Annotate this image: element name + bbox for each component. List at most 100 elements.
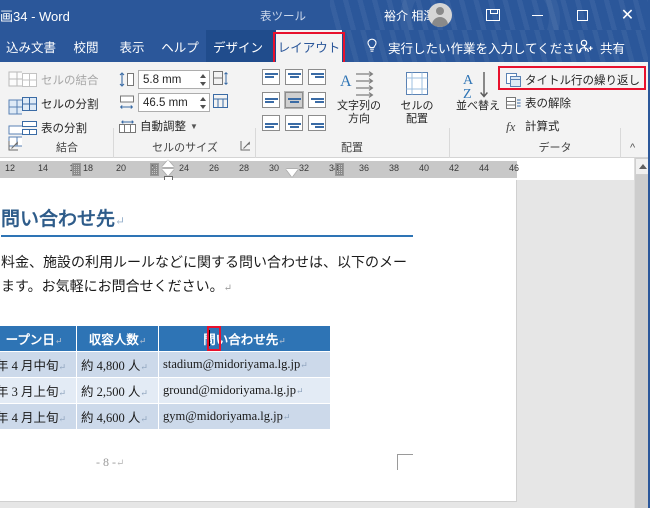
avatar[interactable] <box>428 3 452 27</box>
text-direction-button[interactable]: A 文字列の 方向 <box>330 70 388 125</box>
split-cells-button[interactable]: セルの分割 <box>22 96 99 112</box>
header-text: 問い合わせ先 <box>203 333 279 347</box>
cell-text: 約 4,600 人 <box>81 411 141 425</box>
tab-design[interactable]: デザイン <box>210 30 266 62</box>
cell-margins-label-1: セルの <box>400 100 434 112</box>
table-row[interactable]: 年 4 月上旬↵ 約 4,600 人↵ gym@midoriyama.lg.jp… <box>0 403 331 430</box>
tab-layout[interactable]: レイアウト <box>276 30 342 62</box>
table-header-cell-capacity[interactable]: 収容人数↵ <box>76 325 159 352</box>
align-bottom-left-button[interactable] <box>262 115 280 131</box>
convert-to-text-button[interactable]: 表の解除 <box>506 95 571 111</box>
page-number-footer: - 8 -↵ <box>96 455 124 470</box>
align-top-left-button[interactable] <box>262 69 280 85</box>
document-heading: 問い合わせ先↵ <box>1 204 421 231</box>
align-middle-left-button[interactable] <box>262 92 280 108</box>
split-cells-icon <box>22 97 37 111</box>
align-top-right-button[interactable] <box>308 69 326 85</box>
ruler-tick: 44 <box>478 163 490 173</box>
ruler-column-marker[interactable] <box>150 163 159 176</box>
repeat-header-rows-button[interactable]: タイトル行の繰り返し <box>506 72 640 88</box>
tell-me-input[interactable]: 実行したい作業を入力してください <box>388 38 587 57</box>
tab-mailings[interactable]: 込み文書 <box>0 30 62 62</box>
cell-size-group-label: セルのサイズ <box>152 142 218 154</box>
ruler-tick: 36 <box>358 163 370 173</box>
ruler-tick: 30 <box>268 163 280 173</box>
distribute-rows-icon[interactable] <box>213 71 229 86</box>
ribbon-display-options-button[interactable] <box>470 0 515 30</box>
merge-cells-label: セルの結合 <box>41 75 99 87</box>
table-cell-contact[interactable]: gym@midoriyama.lg.jp↵ <box>158 403 331 430</box>
table-cell-contact[interactable]: ground@midoriyama.lg.jp↵ <box>158 377 331 404</box>
align-top-center-button[interactable] <box>285 69 303 85</box>
body-paragraph-mark: ↵ <box>223 283 232 294</box>
ribbon-tab-bar: 込み文書 校閲 表示 ヘルプ デザイン レイアウト 実行したい作業を入力してくだ… <box>0 30 650 62</box>
cell-text: 年 4 月上旬 <box>0 411 59 425</box>
close-button[interactable]: ✕ <box>605 0 650 30</box>
table-cell-open-date[interactable]: 年 4 月上旬↵ <box>0 403 77 430</box>
tab-view[interactable]: 表示 <box>110 30 154 62</box>
maximize-button[interactable] <box>560 0 605 30</box>
table-cell-capacity[interactable]: 約 2,500 人↵ <box>76 377 159 404</box>
sort-button[interactable]: A Z 並べ替え <box>454 70 502 113</box>
row-height-input[interactable]: 5.8 mm <box>138 70 210 89</box>
align-middle-right-button[interactable] <box>308 92 326 108</box>
formula-button[interactable]: fx 計算式 <box>506 118 560 134</box>
body-paragraph-line-1: 料金、施設の利用ルールなどに関する問い合わせは、以下のメー <box>1 256 407 271</box>
row-height-spinner[interactable] <box>198 72 207 88</box>
table-header-cell-open-date[interactable]: ープン日↵ <box>0 325 77 352</box>
autofit-chevron-down-icon[interactable]: ▼ <box>190 122 198 131</box>
cell-margins-label-2: 配置 <box>406 112 428 125</box>
word-window: 画34 - Word 表ツール 裕介 相澤 ✕ 込み文書 校閲 表示 ヘルプ デ… <box>0 0 650 508</box>
column-width-input[interactable]: 46.5 mm <box>138 93 210 112</box>
formula-fx-icon: fx <box>506 119 516 133</box>
table-cell-capacity[interactable]: 約 4,800 人↵ <box>76 351 159 378</box>
align-bottom-center-button[interactable] <box>285 115 303 131</box>
lightbulb-icon <box>367 38 377 52</box>
table-cell-open-date[interactable]: 年 3 月上旬↵ <box>0 377 77 404</box>
table-row[interactable]: 年 3 月上旬↵ 約 2,500 人↵ ground@midoriyama.lg… <box>0 377 331 404</box>
document-title: 画34 - Word <box>0 9 70 24</box>
ruler-tick: 28 <box>238 163 250 173</box>
cell-text: gym@midoriyama.lg.jp <box>163 409 283 423</box>
align-bottom-right-button[interactable] <box>308 115 326 131</box>
ruler-tick: 46 <box>508 163 520 173</box>
ribbon: セルの結合 セルの分割 表の分割 結合 5.8 mm 46.5 mm 自動調整 … <box>0 62 650 190</box>
tab-help[interactable]: ヘルプ <box>156 30 204 62</box>
ruler-tick: 26 <box>208 163 220 173</box>
contact-table[interactable]: ープン日↵ 収容人数↵ 問い合わせ先↵ 年 4 月中旬↵ 約 4,800 人↵ <box>0 325 331 430</box>
collapse-ribbon-button[interactable]: ^ <box>630 142 635 154</box>
ruler-tick: 14 <box>37 163 49 173</box>
right-indent-marker[interactable] <box>286 169 298 177</box>
autofit-button[interactable]: 自動調整 ▼ <box>119 118 198 134</box>
horizontal-ruler[interactable]: 12 14 1 18 20 2 24 26 28 30 32 34 36 38 … <box>0 161 520 178</box>
distribute-columns-icon[interactable] <box>213 94 229 109</box>
merge-group-label: 結合 <box>56 142 78 154</box>
table-header-cell-contact[interactable]: 問い合わせ先↵ <box>158 325 331 352</box>
cell-text: 約 2,500 人 <box>81 385 141 399</box>
table-cell-open-date[interactable]: 年 4 月中旬↵ <box>0 351 77 378</box>
align-middle-center-button[interactable] <box>284 91 304 109</box>
first-line-indent-marker[interactable] <box>162 160 174 167</box>
split-table-button[interactable]: 表の分割 <box>22 120 87 136</box>
column-width-spinner[interactable] <box>198 95 207 111</box>
header-text: ープン日 <box>5 333 55 347</box>
avatar-head <box>436 7 444 15</box>
table-row[interactable]: 年 4 月中旬↵ 約 4,800 人↵ stadium@midoriyama.l… <box>0 351 331 378</box>
cell-size-dialog-launcher[interactable] <box>240 140 251 151</box>
merge-dialog-launcher[interactable] <box>8 140 19 151</box>
hanging-indent-marker[interactable] <box>162 169 174 176</box>
document-page[interactable]: 問い合わせ先↵ 料金、施設の利用ルールなどに関する問い合わせは、以下のメー ます… <box>0 180 517 502</box>
table-cell-contact[interactable]: stadium@midoriyama.lg.jp↵ <box>158 351 331 378</box>
tab-review[interactable]: 校閲 <box>64 30 108 62</box>
ruler-column-marker[interactable] <box>335 163 344 176</box>
minimize-icon <box>532 14 543 16</box>
ruler-tick: 42 <box>448 163 460 173</box>
table-header-row[interactable]: ープン日↵ 収容人数↵ 問い合わせ先↵ <box>0 325 331 352</box>
avatar-body <box>432 17 448 27</box>
ribbon-display-options-icon <box>485 9 500 21</box>
table-cell-capacity[interactable]: 約 4,600 人↵ <box>76 403 159 430</box>
ruler-column-marker[interactable] <box>72 163 81 176</box>
cell-margins-button[interactable]: セルの 配置 <box>392 70 442 125</box>
minimize-button[interactable] <box>515 0 560 30</box>
share-button[interactable]: 共有 <box>600 38 625 57</box>
